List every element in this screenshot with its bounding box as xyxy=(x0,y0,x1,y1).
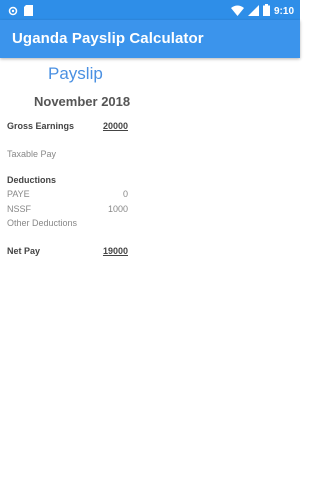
gross-earnings-label: Gross Earnings xyxy=(7,121,75,131)
status-right-icons: 9:10 xyxy=(230,3,294,21)
battery-icon xyxy=(262,3,270,21)
taxable-pay-label: Taxable Pay xyxy=(7,149,57,159)
sd-card-icon xyxy=(24,3,33,21)
app-title: Uganda Payslip Calculator xyxy=(12,30,204,47)
deductions-heading-row: Deductions xyxy=(7,173,128,187)
payslip-month: November 2018 xyxy=(34,94,131,109)
signal-icon xyxy=(247,3,259,21)
payslip-title: Payslip xyxy=(48,64,103,83)
taxable-pay-row: Taxable Pay xyxy=(7,147,128,161)
nssf-value: 1000 xyxy=(107,204,128,214)
status-left-icons xyxy=(8,3,33,21)
paye-value: 0 xyxy=(122,189,128,199)
settings-icon xyxy=(8,3,18,21)
nssf-label: NSSF xyxy=(7,204,32,214)
paye-label: PAYE xyxy=(7,189,30,199)
status-time: 9:10 xyxy=(273,6,294,17)
app-bar: Uganda Payslip Calculator xyxy=(0,20,300,58)
deductions-heading: Deductions xyxy=(7,175,57,185)
net-pay-value: 19000 xyxy=(102,246,128,256)
net-pay-row: Net Pay 19000 xyxy=(7,244,128,258)
wifi-icon xyxy=(230,3,244,21)
status-bar: 9:10 xyxy=(0,0,300,20)
deduction-row: PAYE 0 xyxy=(7,187,128,201)
gross-earnings-row: Gross Earnings 20000 xyxy=(7,119,128,133)
deduction-row: Other Deductions xyxy=(7,216,128,230)
deduction-row: NSSF 1000 xyxy=(7,202,128,216)
net-pay-label: Net Pay xyxy=(7,246,41,256)
gross-earnings-value: 20000 xyxy=(102,121,128,131)
navigation-bar xyxy=(0,474,300,497)
other-deductions-label: Other Deductions xyxy=(7,218,78,228)
payslip-content: Payslip November 2018 Gross Earnings 200… xyxy=(0,58,300,497)
